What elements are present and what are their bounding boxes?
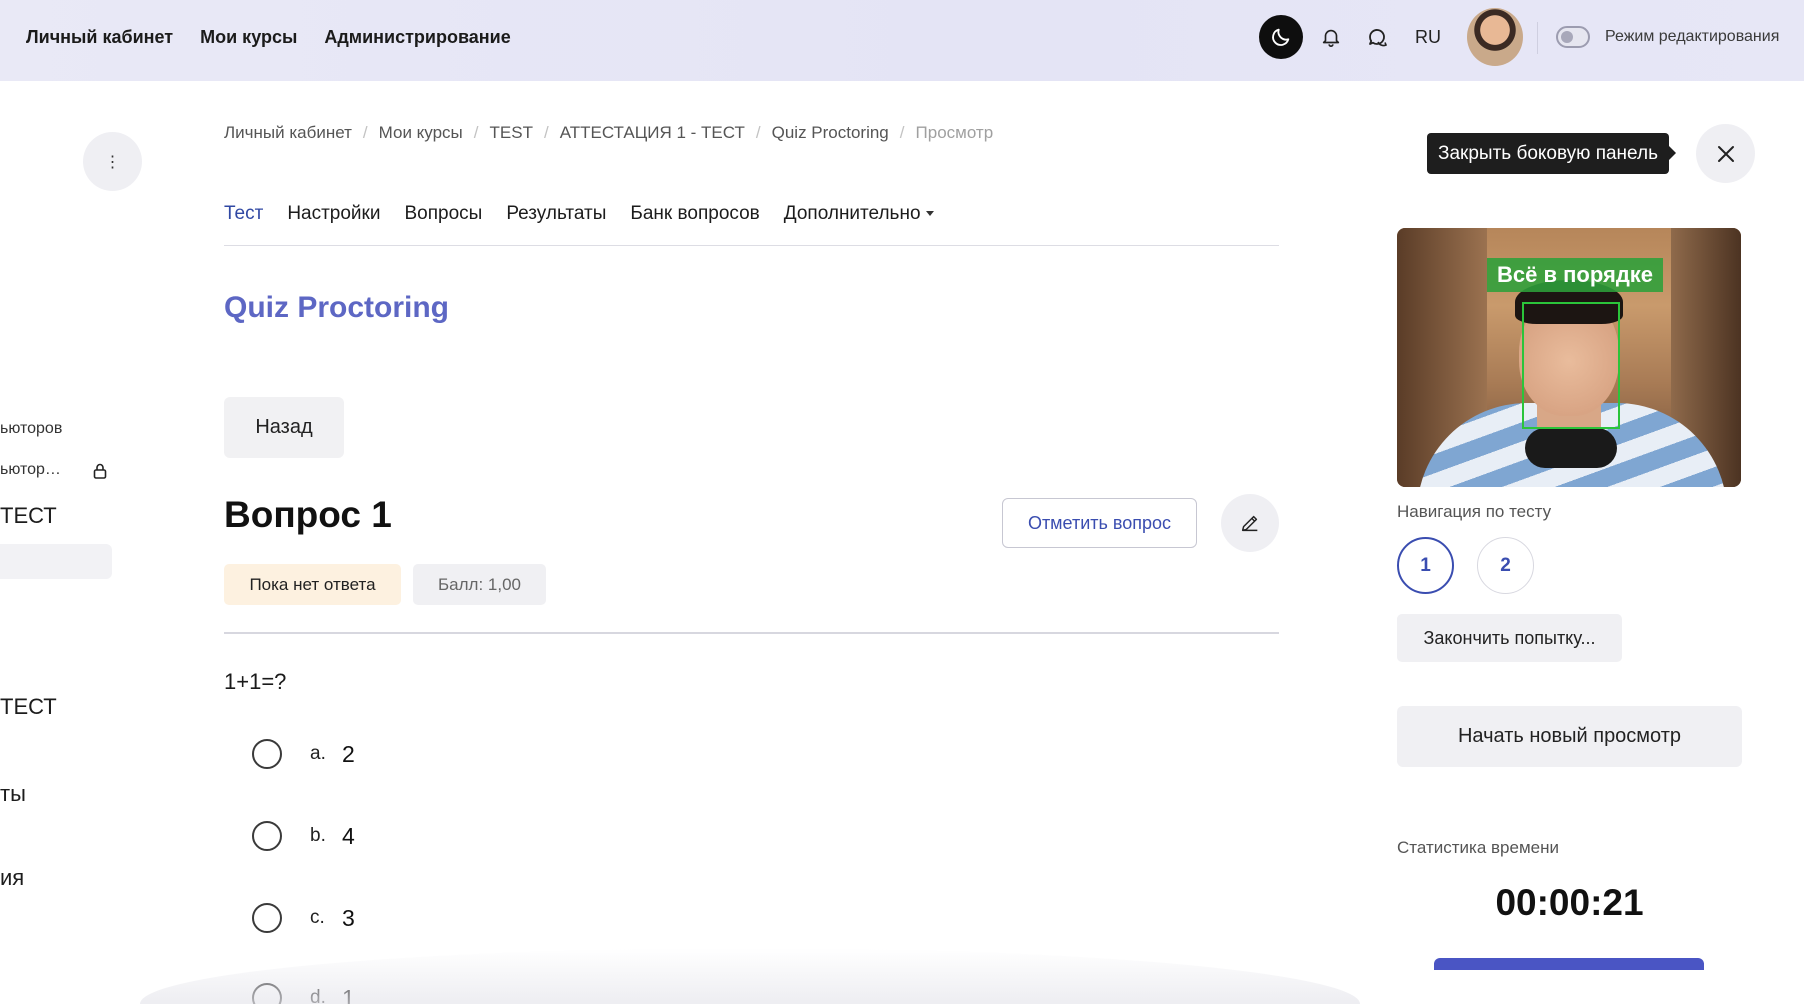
headphones (1525, 428, 1617, 468)
sidebar-item[interactable]: ьюторов (0, 420, 62, 438)
avatar[interactable] (1467, 8, 1523, 66)
tab-results[interactable]: Результаты (506, 203, 606, 225)
flag-question-button[interactable]: Отметить вопрос (1002, 498, 1197, 548)
answer-option[interactable]: a. 2 (252, 738, 355, 770)
answer-letter: a. (310, 743, 326, 764)
breadcrumb-current: Просмотр (915, 123, 994, 142)
proctoring-status-label: Всё в порядке (1487, 258, 1664, 292)
radio-button[interactable] (252, 739, 282, 769)
scroll-shadow (140, 948, 1360, 1004)
pencil-icon (1241, 515, 1258, 532)
page-title: Quiz Proctoring (224, 291, 449, 324)
tab-quiz[interactable]: Тест (224, 203, 263, 225)
answer-letter: b. (310, 825, 326, 846)
question-text: 1+1=? (224, 669, 287, 694)
question-title: Вопрос 1 (224, 494, 392, 535)
tab-settings[interactable]: Настройки (287, 203, 380, 225)
webcam-feed: Всё в порядке (1397, 228, 1741, 487)
edit-mode-toggle[interactable] (1556, 26, 1590, 48)
face-detection-box (1522, 302, 1620, 429)
time-statistics-label: Статистика времени (1397, 838, 1559, 857)
sidebar-item[interactable]: ты (0, 781, 26, 807)
nav-link-my-courses[interactable]: Мои курсы (200, 27, 297, 48)
primary-button-partial[interactable] (1434, 958, 1704, 970)
notifications-button[interactable] (1316, 22, 1346, 52)
breadcrumb-item[interactable]: Личный кабинет (224, 123, 352, 143)
tab-more[interactable]: Дополнительно (784, 203, 934, 225)
close-icon (1717, 145, 1734, 162)
finish-attempt-button[interactable]: Закончить попытку... (1397, 614, 1622, 662)
language-selector[interactable]: RU (1415, 27, 1441, 48)
lock-icon (93, 463, 107, 484)
question-nav-button-1[interactable]: 1 (1397, 537, 1454, 594)
nav-link-dashboard[interactable]: Личный кабинет (26, 27, 173, 48)
back-button[interactable]: Назад (224, 397, 344, 458)
tab-questions[interactable]: Вопросы (404, 203, 482, 225)
close-panel-button[interactable] (1696, 124, 1755, 183)
status-badge: Пока нет ответа (224, 564, 401, 605)
score-badge: Балл: 1,00 (413, 564, 546, 605)
sidebar-section[interactable]: ТЕСТ (0, 694, 57, 720)
quiz-tabs: Тест Настройки Вопросы Результаты Банк в… (224, 203, 934, 225)
tab-question-bank[interactable]: Банк вопросов (630, 203, 759, 225)
breadcrumb-item[interactable]: TEST (490, 123, 533, 143)
chat-icon (1369, 29, 1388, 47)
answer-text: 3 (342, 904, 355, 931)
top-bar: Личный кабинет Мои курсы Администрирован… (0, 0, 1804, 81)
caret-down-icon (925, 211, 934, 217)
moon-icon (1272, 28, 1290, 46)
answer-letter: c. (310, 907, 325, 928)
nav-link-administration[interactable]: Администрирование (324, 27, 510, 48)
breadcrumb: Личный кабинет / Мои курсы / TEST / АТТЕСТА… (224, 123, 994, 143)
sidebar-item[interactable]: ия (0, 865, 24, 891)
answer-option[interactable]: b. 4 (252, 820, 355, 852)
top-nav: Личный кабинет Мои курсы Администрирован… (26, 27, 511, 48)
messages-button[interactable] (1363, 22, 1393, 52)
course-index-menu-button[interactable]: ⋮ (83, 132, 142, 191)
answer-option[interactable]: c. 3 (252, 902, 355, 934)
radio-button[interactable] (252, 903, 282, 933)
theme-toggle-button[interactable] (1259, 15, 1303, 59)
divider (224, 632, 1279, 634)
question-nav-button-2[interactable]: 2 (1477, 537, 1534, 594)
page: Личный кабинет Мои курсы Администрирован… (0, 0, 1804, 1004)
edit-question-button[interactable] (1221, 494, 1279, 552)
divider (1537, 22, 1538, 54)
sidebar-item-active[interactable] (0, 544, 112, 579)
bell-icon (1322, 29, 1340, 47)
radio-button[interactable] (252, 821, 282, 851)
tab-more-label: Дополнительно (783, 203, 921, 224)
sidebar-section[interactable]: ТЕСТ (0, 503, 57, 529)
edit-mode-label: Режим редактирования (1605, 28, 1780, 45)
sidebar-item[interactable]: ьютор… (0, 461, 61, 479)
kebab-icon: ⋮ (104, 153, 121, 171)
answer-text: 4 (342, 822, 355, 849)
timer: 00:00:21 (1495, 882, 1644, 923)
tabs-divider (224, 245, 1279, 246)
start-new-preview-button[interactable]: Начать новый просмотр (1397, 706, 1742, 767)
tooltip: Закрыть боковую панель (1427, 133, 1676, 174)
answer-text: 2 (342, 740, 355, 767)
quiz-navigation-label: Навигация по тесту (1397, 502, 1552, 521)
breadcrumb-item[interactable]: Quiz Proctoring (772, 123, 889, 143)
breadcrumb-item[interactable]: АТТЕСТАЦИЯ 1 - ТЕСТ (560, 123, 745, 143)
breadcrumb-item[interactable]: Мои курсы (379, 123, 463, 143)
